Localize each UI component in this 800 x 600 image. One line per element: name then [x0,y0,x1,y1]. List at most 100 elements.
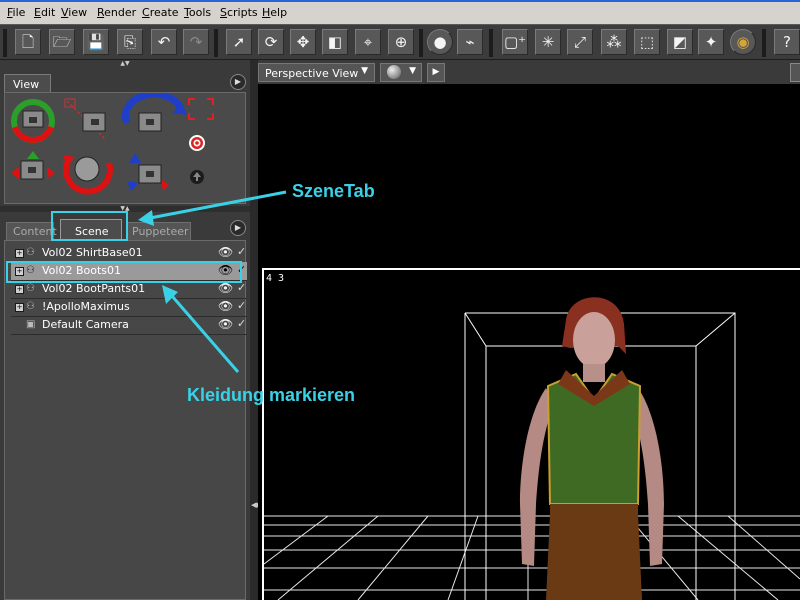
menu-bar: File Edit View Render Create Tools Scrip… [0,0,800,24]
visibility-eye-icon[interactable]: 👁 [218,317,233,331]
chevron-down-icon: ▼ [409,66,416,76]
scene-graphics [263,297,800,600]
select-arrow-icon[interactable]: ➚ [226,29,252,55]
visibility-eye-icon[interactable]: 👁 [218,263,233,277]
tab-puppeteer[interactable]: Puppeteer [127,222,191,240]
check-icon[interactable]: ✓ [237,245,246,258]
chevron-down-icon: ▼ [361,66,368,76]
add-scatter-icon[interactable]: ⁂ [601,29,627,55]
toolbar-separator [489,29,493,57]
figure-icon: ⚇ [26,247,35,258]
add-dotted-icon[interactable]: ⬚ [634,29,660,55]
left-panel: ▲▼ View ▶ ▼▲ Content Scene Puppeteer ▶ +… [0,60,250,600]
panel-menu-icon[interactable]: ▶ [230,74,246,90]
scale-icon[interactable]: ◧ [322,29,348,55]
annotation-label-scene-tab: SzeneTab [292,181,375,201]
toolbar: 🗋 🗁 💾 ⎘ ↶ ↷ ➚ ⟳ ✥ ◧ ⌖ ⊕ ● ⌁ ▢⁺ ✳ ⤢ ⁂ ⬚ ◩… [0,24,800,60]
menu-tools[interactable]: Tools [184,6,211,19]
menu-render[interactable]: Render [97,6,136,19]
rotate-icon[interactable]: ⟳ [258,29,284,55]
visibility-eye-icon[interactable]: 👁 [218,299,233,313]
scene-item-selected[interactable]: + ⚇ Vol02 Boots01 👁 ✓ [11,262,247,281]
toolbar-separator [419,29,423,57]
expand-icon[interactable]: + [15,285,24,294]
save-icon[interactable]: 💾 [83,29,109,55]
camera-rotate-icon[interactable] [11,99,55,143]
toolbar-separator [762,29,766,57]
scene-item[interactable]: + ⚇ !ApolloMaximus 👁 ✓ [11,298,247,317]
tab-scene[interactable]: Scene [60,219,122,241]
camera-pan-icon[interactable] [64,98,106,140]
translate-icon[interactable]: ✥ [290,29,316,55]
check-icon[interactable]: ✓ [237,281,246,294]
viewport[interactable]: 4 3 [258,84,800,600]
target-icon[interactable] [189,135,205,151]
tab-scene-label: Scene [75,225,109,238]
character-figure[interactable] [520,297,664,600]
camera-orbit-icon[interactable] [122,93,187,132]
expand-right-icon[interactable]: ▶ [427,63,445,82]
add-box-icon[interactable]: ▢⁺ [502,29,528,55]
open-folder-icon[interactable]: 🗁 [49,29,75,55]
display-style-dropdown[interactable]: ▼ [380,63,422,82]
expand-icon[interactable]: + [15,249,24,258]
collapse-handle-icon[interactable]: ▲▼ [115,61,135,67]
tab-content-label: Content [13,225,57,238]
splitter-handle-icon[interactable]: ▼▲ [115,206,135,212]
scene-item[interactable]: + ⚇ Vol02 ShirtBase01 👁 ✓ [11,244,247,263]
help-icon[interactable]: ? [774,29,800,55]
menu-edit[interactable]: Edit [34,6,55,19]
viewport-options-icon[interactable] [790,63,800,82]
toolbar-separator [214,29,218,57]
scene-item-label: Vol02 BootPants01 [42,282,146,295]
visibility-eye-icon[interactable]: 👁 [218,245,233,259]
camera-dolly-icon[interactable] [127,153,169,191]
up-arrow-circle-icon[interactable] [190,170,204,184]
expand-icon[interactable]: + [15,303,24,312]
view-dropdown[interactable]: Perspective View ▼ [258,63,375,82]
new-document-icon[interactable]: 🗋 [15,29,41,55]
viewport-header: Perspective View ▼ ▼ ▶ [258,60,800,84]
menu-create[interactable]: Create [142,6,179,19]
check-icon[interactable]: ✓ [237,263,246,276]
scene-item-label: Vol02 ShirtBase01 [42,246,143,259]
add-cube-icon[interactable]: ◩ [667,29,693,55]
add-star-icon[interactable]: ✦ [698,29,724,55]
figure-icon: ⚇ [26,283,35,294]
menu-scripts[interactable]: Scripts [220,6,258,19]
add-arrow-icon[interactable]: ⤢ [567,29,593,55]
menu-view[interactable]: View [61,6,87,19]
scene-item-label: Vol02 Boots01 [42,264,121,277]
menu-help[interactable]: Help [262,6,287,19]
camera-sphere-rotate-icon[interactable] [63,155,113,195]
tab-puppeteer-label: Puppeteer [132,225,189,238]
annotation-label-mark-clothing: Kleidung markieren [187,385,356,405]
tab-view-label: View [13,78,40,91]
panel-menu-icon[interactable]: ▶ [230,220,246,236]
menu-file[interactable]: File [7,6,25,19]
expand-icon[interactable]: + [15,267,24,276]
panel-divider[interactable]: ◀▶ [250,60,262,600]
scene-item[interactable]: + ⚇ Vol02 BootPants01 👁 ✓ [11,280,247,299]
divider-arrow-icon[interactable]: ◀▶ [251,500,262,520]
sphere-grid-icon[interactable]: ⊕ [388,29,414,55]
globe-icon[interactable]: ◉ [730,29,756,55]
visibility-eye-icon[interactable]: 👁 [218,281,233,295]
check-icon[interactable]: ✓ [237,299,246,312]
undo-icon[interactable]: ↶ [151,29,177,55]
sphere-material-icon[interactable]: ● [427,29,453,55]
camera-icon[interactable]: ⌖ [355,29,381,55]
tab-content[interactable]: Content [6,222,57,240]
add-light-icon[interactable]: ✳ [535,29,561,55]
frame-corners-icon[interactable] [188,98,214,120]
camera-icon: ▣ [26,319,36,330]
sphere-display-icon [387,65,401,79]
scene-item[interactable]: ▣ Default Camera 👁 ✓ [11,316,247,335]
tab-view[interactable]: View [4,74,51,93]
redo-icon[interactable]: ↷ [183,29,209,55]
copy-icon[interactable]: ⎘ [117,29,143,55]
check-icon[interactable]: ✓ [237,317,246,330]
camera-move-icon[interactable] [11,151,55,180]
bone-icon[interactable]: ⌁ [457,29,483,55]
toolbar-separator [3,29,7,57]
